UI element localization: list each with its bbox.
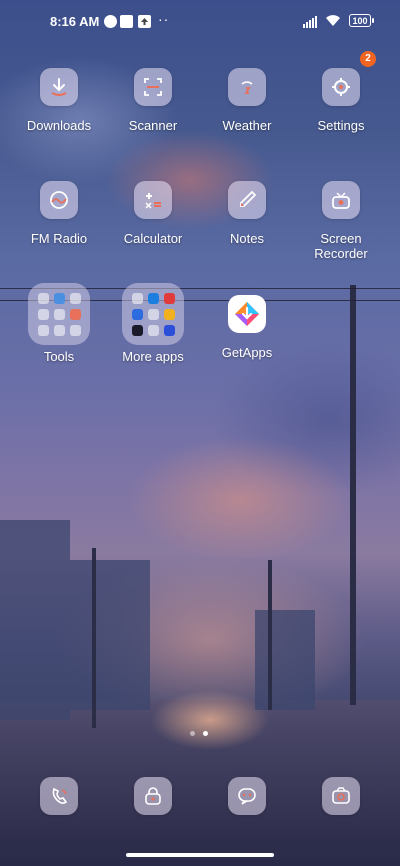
- page-indicator: [190, 731, 208, 736]
- dock-phone[interactable]: [13, 777, 105, 815]
- wallpaper-building: [0, 520, 70, 720]
- app-label: Scanner: [128, 118, 178, 133]
- wallpaper-pole: [92, 548, 96, 728]
- mini-app-icon: [147, 324, 159, 336]
- mini-app-icon: [69, 292, 81, 304]
- wallpaper-pole: [350, 285, 356, 705]
- app-scanner[interactable]: Scanner: [107, 68, 199, 133]
- mini-app-icon: [131, 292, 143, 304]
- mini-app-icon: [163, 308, 175, 320]
- app-settings[interactable]: Settings: [295, 68, 387, 133]
- app-screen-recorder[interactable]: Screen Recorder: [295, 181, 387, 261]
- page-dot-active[interactable]: [203, 731, 208, 736]
- mini-app-icon: [163, 292, 175, 304]
- camera-icon: [322, 777, 360, 815]
- signal-icon: [303, 15, 317, 28]
- app-label: More apps: [122, 349, 184, 364]
- app-calculator[interactable]: Calculator: [107, 181, 199, 246]
- mini-app-icon: [37, 324, 49, 336]
- mini-app-icon: [37, 292, 49, 304]
- mini-app-icon: [163, 324, 175, 336]
- settings-icon: [322, 68, 360, 106]
- app-label: Settings: [317, 118, 365, 133]
- dock-security[interactable]: [107, 777, 199, 815]
- app-weather[interactable]: Weather: [201, 68, 293, 133]
- getapps-icon: [228, 295, 266, 333]
- wifi-icon: [326, 15, 340, 26]
- app-label: Tools: [43, 349, 75, 364]
- app-label: Downloads: [26, 118, 92, 133]
- folder-tools[interactable]: Tools: [13, 283, 105, 364]
- app-getapps[interactable]: GetApps: [201, 295, 293, 360]
- tools-folder-icon: [28, 283, 90, 345]
- status-time: 8:16 AM: [50, 14, 100, 29]
- page-dot[interactable]: [190, 731, 195, 736]
- security-icon: [134, 777, 172, 815]
- home-indicator[interactable]: [126, 853, 274, 857]
- app-notes[interactable]: Notes: [201, 181, 293, 246]
- radio-icon: [40, 181, 78, 219]
- mini-app-icon: [147, 308, 159, 320]
- screen-recorder-icon: [322, 181, 360, 219]
- app-fm-radio[interactable]: FM Radio: [13, 181, 105, 246]
- dock-messages[interactable]: [201, 777, 293, 815]
- mini-app-icon: [53, 292, 65, 304]
- downloads-icon: [40, 68, 78, 106]
- messages-icon: [228, 777, 266, 815]
- app-label-line: Screen: [320, 231, 362, 246]
- folder-more-apps[interactable]: More apps: [107, 283, 199, 364]
- wallpaper-pole: [268, 560, 272, 710]
- mini-app-icon: [131, 324, 143, 336]
- app-label: FM Radio: [30, 231, 88, 246]
- more-dots-icon: ··: [158, 11, 170, 27]
- battery-icon: 100: [349, 14, 374, 27]
- mini-app-icon: [147, 292, 159, 304]
- app-label: GetApps: [221, 345, 273, 360]
- notification-square-icon: [120, 15, 133, 28]
- notification-badge: 2: [360, 51, 376, 67]
- mini-app-icon: [37, 308, 49, 320]
- weather-icon: [228, 68, 266, 106]
- app-downloads[interactable]: Downloads: [13, 68, 105, 133]
- app-label: Screen Recorder: [295, 231, 387, 261]
- app-label: Weather: [222, 118, 272, 133]
- wallpaper-building: [255, 610, 315, 710]
- scanner-icon: [134, 68, 172, 106]
- more-apps-folder-icon: [122, 283, 184, 345]
- phone-icon: [40, 777, 78, 815]
- dock-camera[interactable]: [295, 777, 387, 815]
- mini-app-icon: [69, 324, 81, 336]
- app-label-line: Recorder: [314, 246, 368, 261]
- status-bar: 8:16 AM ·· 100: [0, 0, 400, 44]
- upload-icon: [138, 15, 151, 28]
- mini-app-icon: [131, 308, 143, 320]
- mini-app-icon: [53, 308, 65, 320]
- wallpaper-glow: [150, 690, 270, 750]
- notes-pen-icon: [228, 181, 266, 219]
- app-label: Notes: [230, 231, 264, 246]
- calculator-icon: [134, 181, 172, 219]
- moon-icon: [104, 15, 117, 28]
- mini-app-icon: [69, 308, 81, 320]
- mini-app-icon: [53, 324, 65, 336]
- app-label: Calculator: [123, 231, 183, 246]
- wallpaper-building: [70, 560, 150, 710]
